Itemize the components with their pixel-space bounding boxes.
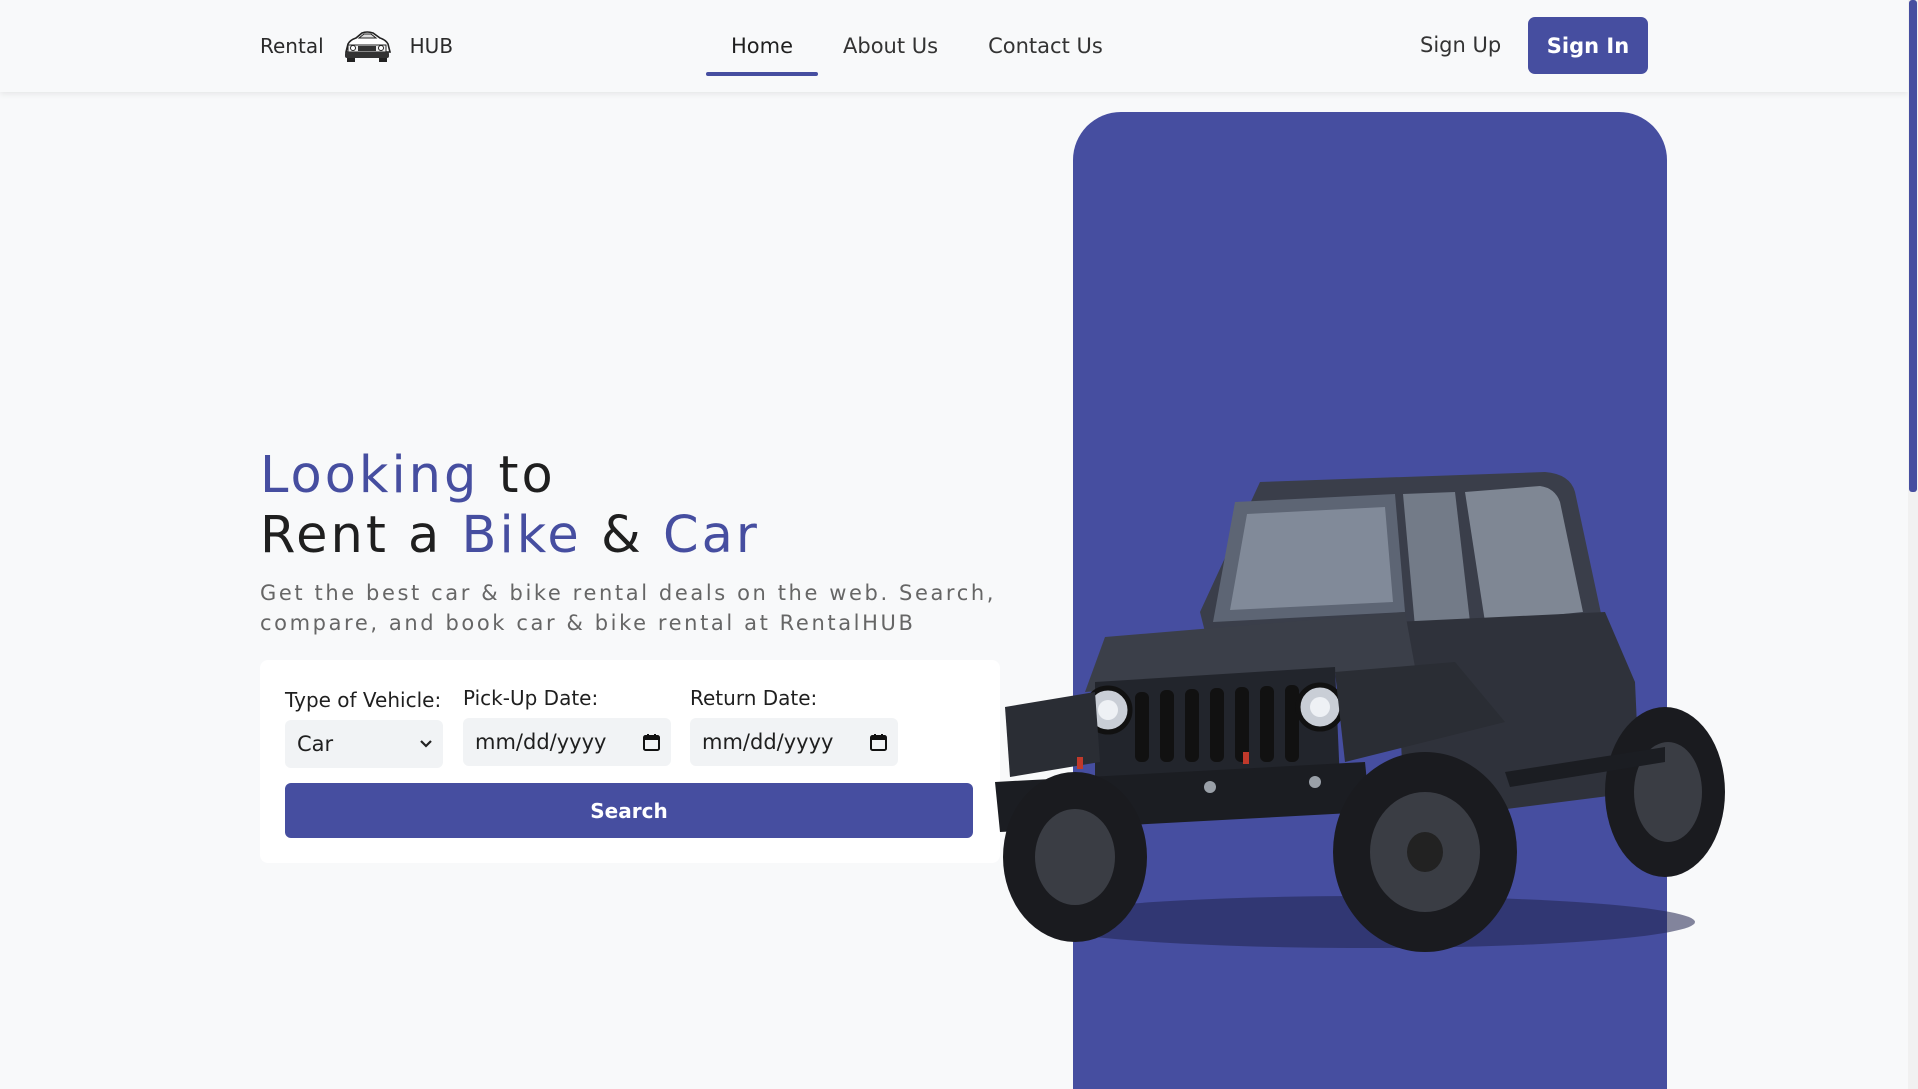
vehicle-type-label: Type of Vehicle: [285, 688, 442, 712]
headline-to: to [479, 446, 556, 505]
headline-and: & [581, 506, 663, 565]
headline-rent-a: Rent a [260, 506, 462, 565]
main-nav: Home About Us Contact Us [706, 24, 1128, 76]
sign-in-button[interactable]: Sign In [1528, 17, 1648, 74]
page-scrollbar[interactable] [1908, 0, 1918, 1089]
sign-up-link[interactable]: Sign Up [1420, 33, 1501, 57]
hero-subtitle: Get the best car & bike rental deals on … [260, 581, 997, 635]
headline-car: Car [663, 506, 760, 565]
search-form-card: Type of Vehicle: Car Pick-Up Date: mm/dd… [260, 660, 1000, 863]
pickup-date-placeholder: mm/dd/yyyy [475, 730, 607, 754]
headline-looking: Looking [260, 446, 480, 505]
nav-home[interactable]: Home [706, 24, 819, 76]
search-button[interactable]: Search [285, 783, 973, 838]
calendar-icon[interactable] [869, 733, 888, 752]
top-navbar: Rental HUB Home About Us Contact Us Sign… [0, 0, 1908, 92]
hero-headline: Looking to Rent a Bike & Car [260, 446, 1020, 566]
pickup-date-label: Pick-Up Date: [463, 686, 599, 710]
return-date-label: Return Date: [690, 686, 818, 710]
return-date-field: Return Date: mm/dd/yyyy [690, 686, 898, 766]
vehicle-type-field: Type of Vehicle: Car [285, 688, 443, 768]
brand-logo[interactable]: Rental HUB [260, 26, 453, 66]
nav-about-us[interactable]: About Us [818, 24, 963, 76]
pickup-date-field: Pick-Up Date: mm/dd/yyyy [463, 686, 671, 766]
nav-contact-us[interactable]: Contact Us [963, 24, 1128, 76]
return-date-input[interactable]: mm/dd/yyyy [690, 718, 898, 766]
vehicle-type-value: Car [297, 732, 334, 756]
brand-text-rental: Rental [260, 34, 324, 58]
calendar-icon[interactable] [642, 733, 661, 752]
scrollbar-thumb[interactable] [1909, 0, 1917, 492]
brand-text-hub: HUB [409, 34, 454, 58]
jeep-image [985, 462, 1745, 962]
pickup-date-input[interactable]: mm/dd/yyyy [463, 718, 671, 766]
chevron-down-icon [420, 740, 432, 748]
vehicle-type-select[interactable]: Car [285, 720, 443, 768]
jeep-illustration [995, 472, 1725, 952]
headline-bike: Bike [461, 506, 582, 565]
car-logo-icon [344, 31, 391, 62]
return-date-placeholder: mm/dd/yyyy [702, 730, 834, 754]
